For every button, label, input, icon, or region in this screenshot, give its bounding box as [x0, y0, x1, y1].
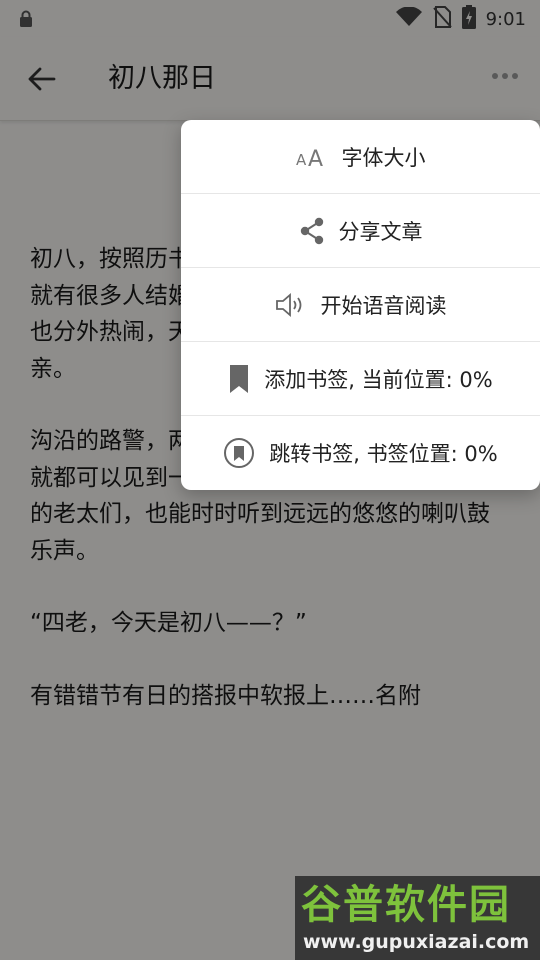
share-icon	[299, 217, 325, 245]
bookmark-circle-icon	[223, 437, 255, 469]
bookmark-icon	[228, 364, 250, 394]
font-size-icon: A A	[296, 145, 328, 169]
menu-item-read-aloud[interactable]: 开始语音阅读	[181, 268, 540, 342]
menu-item-label: 添加书签, 当前位置: 0%	[264, 367, 493, 392]
watermark-url: www.gupuxiazai.com	[303, 931, 530, 953]
svg-text:A: A	[296, 151, 307, 169]
menu-item-add-bookmark[interactable]: 添加书签, 当前位置: 0%	[181, 342, 540, 416]
menu-item-label: 分享文章	[338, 219, 423, 244]
menu-item-label: 字体大小	[341, 145, 426, 170]
menu-item-label: 跳转书签, 书签位置: 0%	[269, 442, 498, 466]
menu-item-jump-bookmark[interactable]: 跳转书签, 书签位置: 0%	[181, 416, 540, 490]
speaker-icon	[275, 292, 307, 317]
svg-text:A: A	[308, 147, 323, 169]
options-menu: A A 字体大小 分享文章 开始语音阅读 添加书签, 当前位置: 0% 跳转书签…	[181, 120, 540, 490]
watermark-title: 谷普软件园	[301, 882, 511, 928]
menu-item-share[interactable]: 分享文章	[181, 194, 540, 268]
menu-item-font-size[interactable]: A A 字体大小	[181, 120, 540, 194]
menu-item-label: 开始语音阅读	[320, 293, 447, 318]
watermark-logo: 谷普软件园 www.gupuxiazai.com	[295, 876, 540, 960]
